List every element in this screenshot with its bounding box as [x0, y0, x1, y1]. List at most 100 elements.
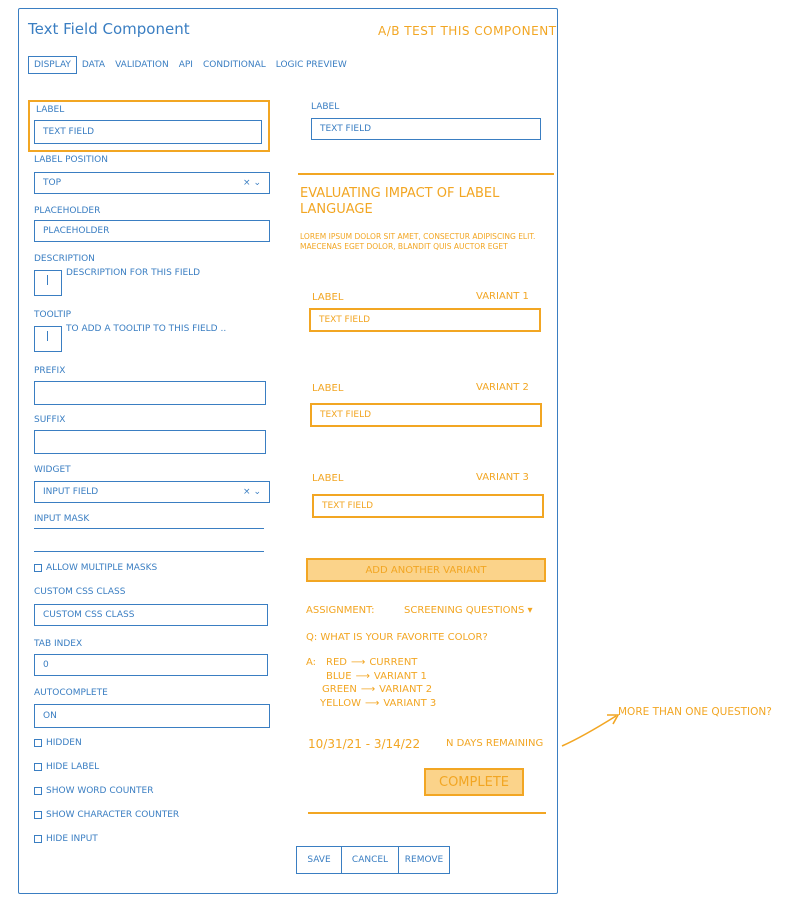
variant-2-tag: VARIANT 2	[476, 382, 529, 393]
checkbox-icon	[34, 787, 42, 795]
mapping-answer: YELLOW	[320, 698, 361, 709]
mapping-target: VARIANT 3	[383, 698, 437, 709]
variant-2-input[interactable]: TEXT FIELD	[310, 403, 542, 427]
mapping-row-blue: BLUE ⟶ VARIANT 1	[326, 671, 427, 682]
mapping-row-red: RED ⟶ CURRENT	[326, 657, 417, 668]
input-mask-input[interactable]	[34, 551, 264, 552]
label-position-select[interactable]: TOP × ⌄	[34, 172, 270, 194]
label-input[interactable]: TEXT FIELD	[34, 120, 262, 144]
checkbox-label: HIDE LABEL	[46, 762, 100, 772]
tab-display[interactable]: DISPLAY	[28, 56, 77, 74]
placeholder-label: PLACEHOLDER	[34, 206, 101, 216]
tab-conditional[interactable]: CONDITIONAL	[198, 57, 271, 73]
add-variant-button[interactable]: ADD ANOTHER VARIANT	[306, 558, 546, 582]
checkbox-icon	[34, 564, 42, 572]
suffix-input[interactable]	[34, 430, 266, 454]
checkbox-icon	[34, 763, 42, 771]
text-cursor	[47, 275, 48, 285]
custom-css-input[interactable]: CUSTOM CSS CLASS	[34, 604, 268, 626]
checkbox-label: HIDE INPUT	[46, 834, 98, 844]
variant-2-value: TEXT FIELD	[320, 410, 372, 420]
tab-index-input[interactable]: 0	[34, 654, 268, 676]
checkbox-label: HIDDEN	[46, 738, 82, 748]
label-position-value: TOP	[43, 178, 62, 188]
screening-question: Q: WHAT IS YOUR FAVORITE COLOR?	[306, 632, 488, 643]
assignment-select[interactable]: SCREENING QUESTIONS ▾	[404, 605, 533, 616]
mapping-row-green: GREEN ⟶ VARIANT 2	[322, 684, 432, 695]
show-character-counter-checkbox[interactable]: SHOW CHARACTER COUNTER	[34, 810, 179, 820]
allow-multiple-masks-checkbox[interactable]: ALLOW MULTIPLE MASKS	[34, 563, 157, 573]
ab-section-bottom-divider	[308, 812, 546, 814]
variant-1-tag: VARIANT 1	[476, 291, 529, 302]
mapping-target: VARIANT 2	[379, 684, 433, 695]
preview-input-value: TEXT FIELD	[320, 124, 372, 134]
mapping-target: CURRENT	[369, 657, 418, 668]
variant-1-value: TEXT FIELD	[319, 315, 371, 325]
preview-text-input[interactable]: TEXT FIELD	[311, 118, 541, 140]
input-mask-divider	[34, 528, 264, 529]
description-textarea[interactable]	[34, 270, 62, 296]
prefix-label: PREFIX	[34, 366, 66, 376]
tab-validation[interactable]: VALIDATION	[110, 57, 174, 73]
hide-input-checkbox[interactable]: HIDE INPUT	[34, 834, 98, 844]
footer-button-group: SAVE CANCEL REMOVE	[296, 846, 450, 874]
placeholder-input-value: PLACEHOLDER	[43, 226, 110, 236]
test-date-range: 10/31/21 - 3/14/22	[308, 737, 421, 751]
widget-label: WIDGET	[34, 465, 71, 475]
checkbox-icon	[34, 811, 42, 819]
annotation-note: MORE THAN ONE QUESTION?	[618, 706, 772, 718]
tooltip-textarea[interactable]	[34, 326, 62, 352]
tab-logic[interactable]: LOGIC	[271, 57, 309, 73]
label-field-label: LABEL	[36, 105, 65, 115]
prefix-input[interactable]	[34, 381, 266, 405]
clear-chevron-icon[interactable]: × ⌄	[243, 487, 261, 497]
ab-test-link[interactable]: A/B TEST THIS COMPONENT	[378, 24, 557, 38]
arrow-icon: ⟶	[350, 657, 366, 668]
variant-3-tag: VARIANT 3	[476, 472, 529, 483]
checkbox-label: SHOW CHARACTER COUNTER	[46, 810, 180, 820]
tab-index-value: 0	[43, 660, 49, 670]
placeholder-input[interactable]: PLACEHOLDER	[34, 220, 270, 242]
suffix-label: SUFFIX	[34, 415, 66, 425]
days-remaining: N DAYS REMAINING	[446, 738, 544, 749]
label-input-value: TEXT FIELD	[43, 127, 95, 137]
variant-1-input[interactable]: TEXT FIELD	[309, 308, 541, 332]
ab-heading: EVALUATING IMPACT OF LABEL LANGUAGE	[300, 186, 500, 217]
remove-button[interactable]: REMOVE	[398, 847, 449, 873]
tab-data[interactable]: DATA	[77, 57, 110, 73]
answer-prefix: A:	[306, 657, 317, 668]
variant-1-label: LABEL	[312, 292, 344, 303]
annotation-arrow-icon	[561, 714, 620, 747]
cancel-button[interactable]: CANCEL	[341, 847, 398, 873]
show-word-counter-checkbox[interactable]: SHOW WORD COUNTER	[34, 786, 153, 796]
assignment-label: ASSIGNMENT:	[306, 605, 375, 616]
autocomplete-input[interactable]: ON	[34, 704, 270, 728]
page-title: Text Field Component	[28, 20, 190, 38]
checkbox-label: SHOW WORD COUNTER	[46, 786, 154, 796]
checkbox-icon	[34, 835, 42, 843]
description-hint: DESCRIPTION FOR THIS FIELD	[66, 268, 201, 278]
text-cursor	[47, 331, 48, 341]
variant-3-input[interactable]: TEXT FIELD	[312, 494, 544, 518]
arrow-icon: ⟶	[364, 698, 380, 709]
tab-index-label: TAB INDEX	[34, 639, 83, 649]
variant-3-label: LABEL	[312, 473, 344, 484]
label-position-label: LABEL POSITION	[34, 155, 108, 165]
custom-css-value: CUSTOM CSS CLASS	[43, 610, 135, 620]
ab-section-top-divider	[298, 173, 554, 175]
widget-select[interactable]: INPUT FIELD × ⌄	[34, 481, 270, 503]
mapping-target: VARIANT 1	[373, 671, 427, 682]
tab-api[interactable]: API	[174, 57, 198, 73]
clear-chevron-icon[interactable]: × ⌄	[243, 178, 261, 188]
hide-label-checkbox[interactable]: HIDE LABEL	[34, 762, 99, 772]
mapping-answer: BLUE	[326, 671, 352, 682]
save-button[interactable]: SAVE	[297, 847, 341, 873]
input-mask-label: INPUT MASK	[34, 514, 90, 524]
widget-value: INPUT FIELD	[43, 487, 99, 497]
variant-3-value: TEXT FIELD	[322, 501, 374, 511]
autocomplete-value: ON	[43, 711, 57, 721]
description-label: DESCRIPTION	[34, 254, 95, 264]
hidden-checkbox[interactable]: HIDDEN	[34, 738, 82, 748]
complete-button[interactable]: COMPLETE	[424, 768, 524, 796]
arrow-icon: ⟶	[355, 671, 370, 682]
